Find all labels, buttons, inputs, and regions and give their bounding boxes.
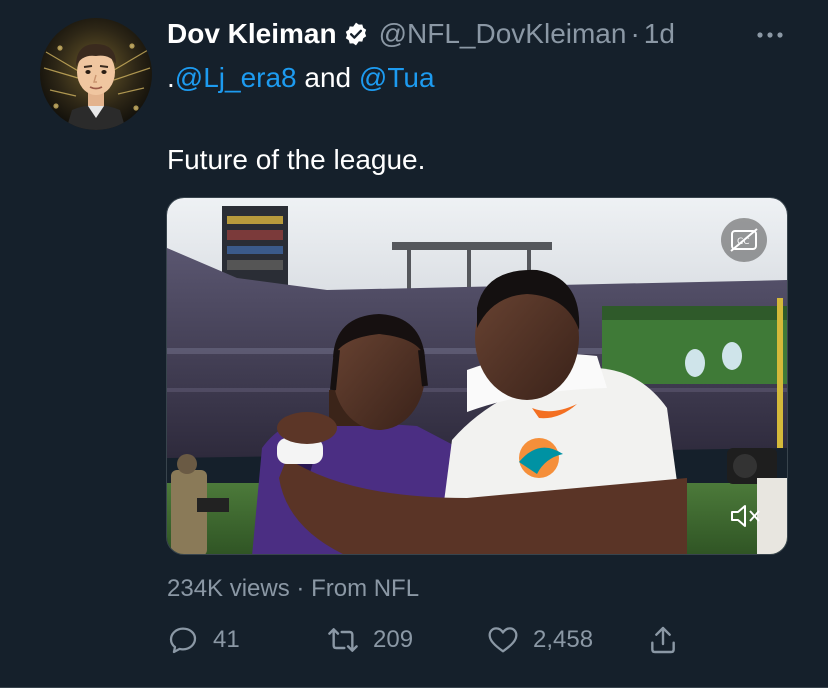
- heart-icon: [488, 627, 518, 653]
- closed-captions-off-icon: CC: [730, 228, 758, 252]
- header-separator: ·: [630, 18, 640, 49]
- video-source[interactable]: From NFL: [311, 575, 419, 602]
- closed-captions-button[interactable]: CC: [721, 218, 767, 262]
- tweet: Dov Kleiman @NFL_DovKleiman · 1d .@Lj_er…: [0, 0, 828, 688]
- share-icon: [651, 626, 675, 654]
- cartoon-avatar-icon: [40, 18, 152, 130]
- like-count: 2,458: [533, 626, 594, 653]
- retweet-count: 209: [373, 626, 414, 653]
- mention-lj-era8[interactable]: @Lj_era8: [175, 62, 297, 93]
- mention-tua[interactable]: @Tua: [359, 62, 435, 93]
- tweet-header: Dov Kleiman @NFL_DovKleiman · 1d: [167, 14, 675, 54]
- football-players-embrace-image: [167, 198, 787, 554]
- view-count-line: 234K views · From NFL: [167, 574, 419, 604]
- tweet-text-body: Future of the league.: [167, 144, 426, 175]
- author-handle[interactable]: @NFL_DovKleiman: [379, 18, 627, 50]
- tweet-video[interactable]: CC: [166, 197, 788, 555]
- tweet-actions: 41 209 2,458: [167, 620, 687, 660]
- view-count: 234K views: [167, 575, 290, 602]
- text-prefix: .: [167, 62, 175, 93]
- text-joiner: and: [296, 62, 359, 93]
- reply-button[interactable]: 41: [167, 620, 240, 660]
- author-display-name[interactable]: Dov Kleiman: [167, 18, 337, 50]
- reply-count: 41: [213, 626, 240, 653]
- mute-button[interactable]: [723, 494, 767, 538]
- tweet-text-mentions: .@Lj_era8 and @Tua: [167, 60, 435, 96]
- author-avatar[interactable]: [40, 18, 152, 130]
- tweet-timestamp[interactable]: 1d: [644, 18, 675, 50]
- share-button[interactable]: [647, 620, 679, 660]
- like-button[interactable]: 2,458: [487, 620, 593, 660]
- reply-icon: [169, 627, 197, 654]
- retweet-icon: [328, 628, 358, 652]
- retweet-button[interactable]: 209: [327, 620, 413, 660]
- views-separator: ·: [289, 575, 312, 602]
- muted-speaker-icon: [731, 505, 760, 527]
- more-options-button[interactable]: [752, 20, 788, 50]
- verified-badge-icon: [343, 21, 369, 47]
- ellipsis-icon: [757, 32, 783, 38]
